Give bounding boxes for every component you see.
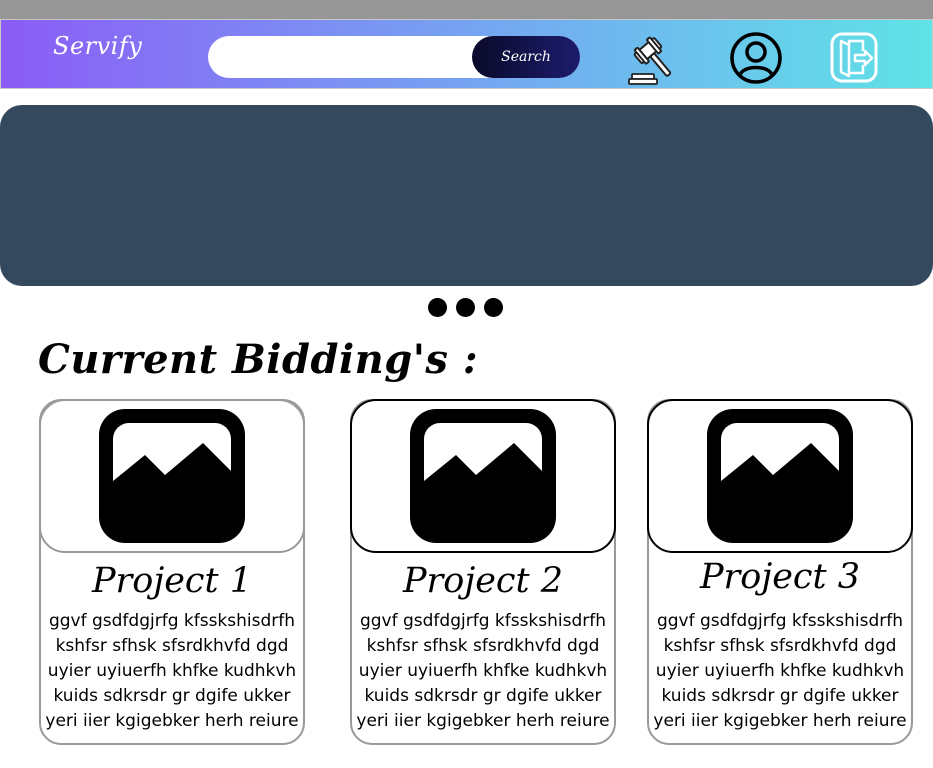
carousel-dot[interactable] [484, 298, 503, 317]
search-input[interactable] [222, 44, 462, 70]
project-card[interactable]: Project 2 ggvf gsdfdgjrfg kfsskshisdrfh … [350, 399, 616, 745]
search-bar: Search [208, 36, 580, 78]
gavel-icon[interactable] [628, 32, 682, 86]
project-card[interactable]: Project 1 ggvf gsdfdgjrfg kfsskshisdrfh … [39, 399, 305, 745]
carousel-dot[interactable] [456, 298, 475, 317]
logout-icon[interactable] [827, 31, 881, 85]
carousel-dot[interactable] [428, 298, 447, 317]
project-title: Project 1 [92, 561, 252, 601]
project-card[interactable]: Project 3 ggvf gsdfdgjrfg kfsskshisdrfh … [647, 399, 913, 745]
hero-banner [0, 105, 933, 286]
image-placeholder-icon [350, 399, 616, 553]
image-placeholder-icon [647, 399, 913, 553]
search-button[interactable]: Search [472, 36, 580, 78]
image-placeholder-icon [39, 399, 305, 553]
app-logo[interactable]: Servify [53, 32, 142, 60]
project-title: Project 2 [403, 561, 563, 601]
navbar: Servify Search [0, 19, 933, 89]
project-title: Project 3 [700, 557, 860, 597]
profile-icon[interactable] [729, 31, 783, 85]
carousel-dots [428, 298, 508, 318]
project-description: ggvf gsdfdgjrfg kfsskshisdrfh kshfsr sfh… [356, 611, 610, 731]
project-description: ggvf gsdfdgjrfg kfsskshisdrfh kshfsr sfh… [653, 611, 907, 731]
top-strip [0, 0, 933, 19]
section-title: Current Bidding's : [38, 336, 479, 383]
project-description: ggvf gsdfdgjrfg kfsskshisdrfh kshfsr sfh… [45, 611, 299, 731]
